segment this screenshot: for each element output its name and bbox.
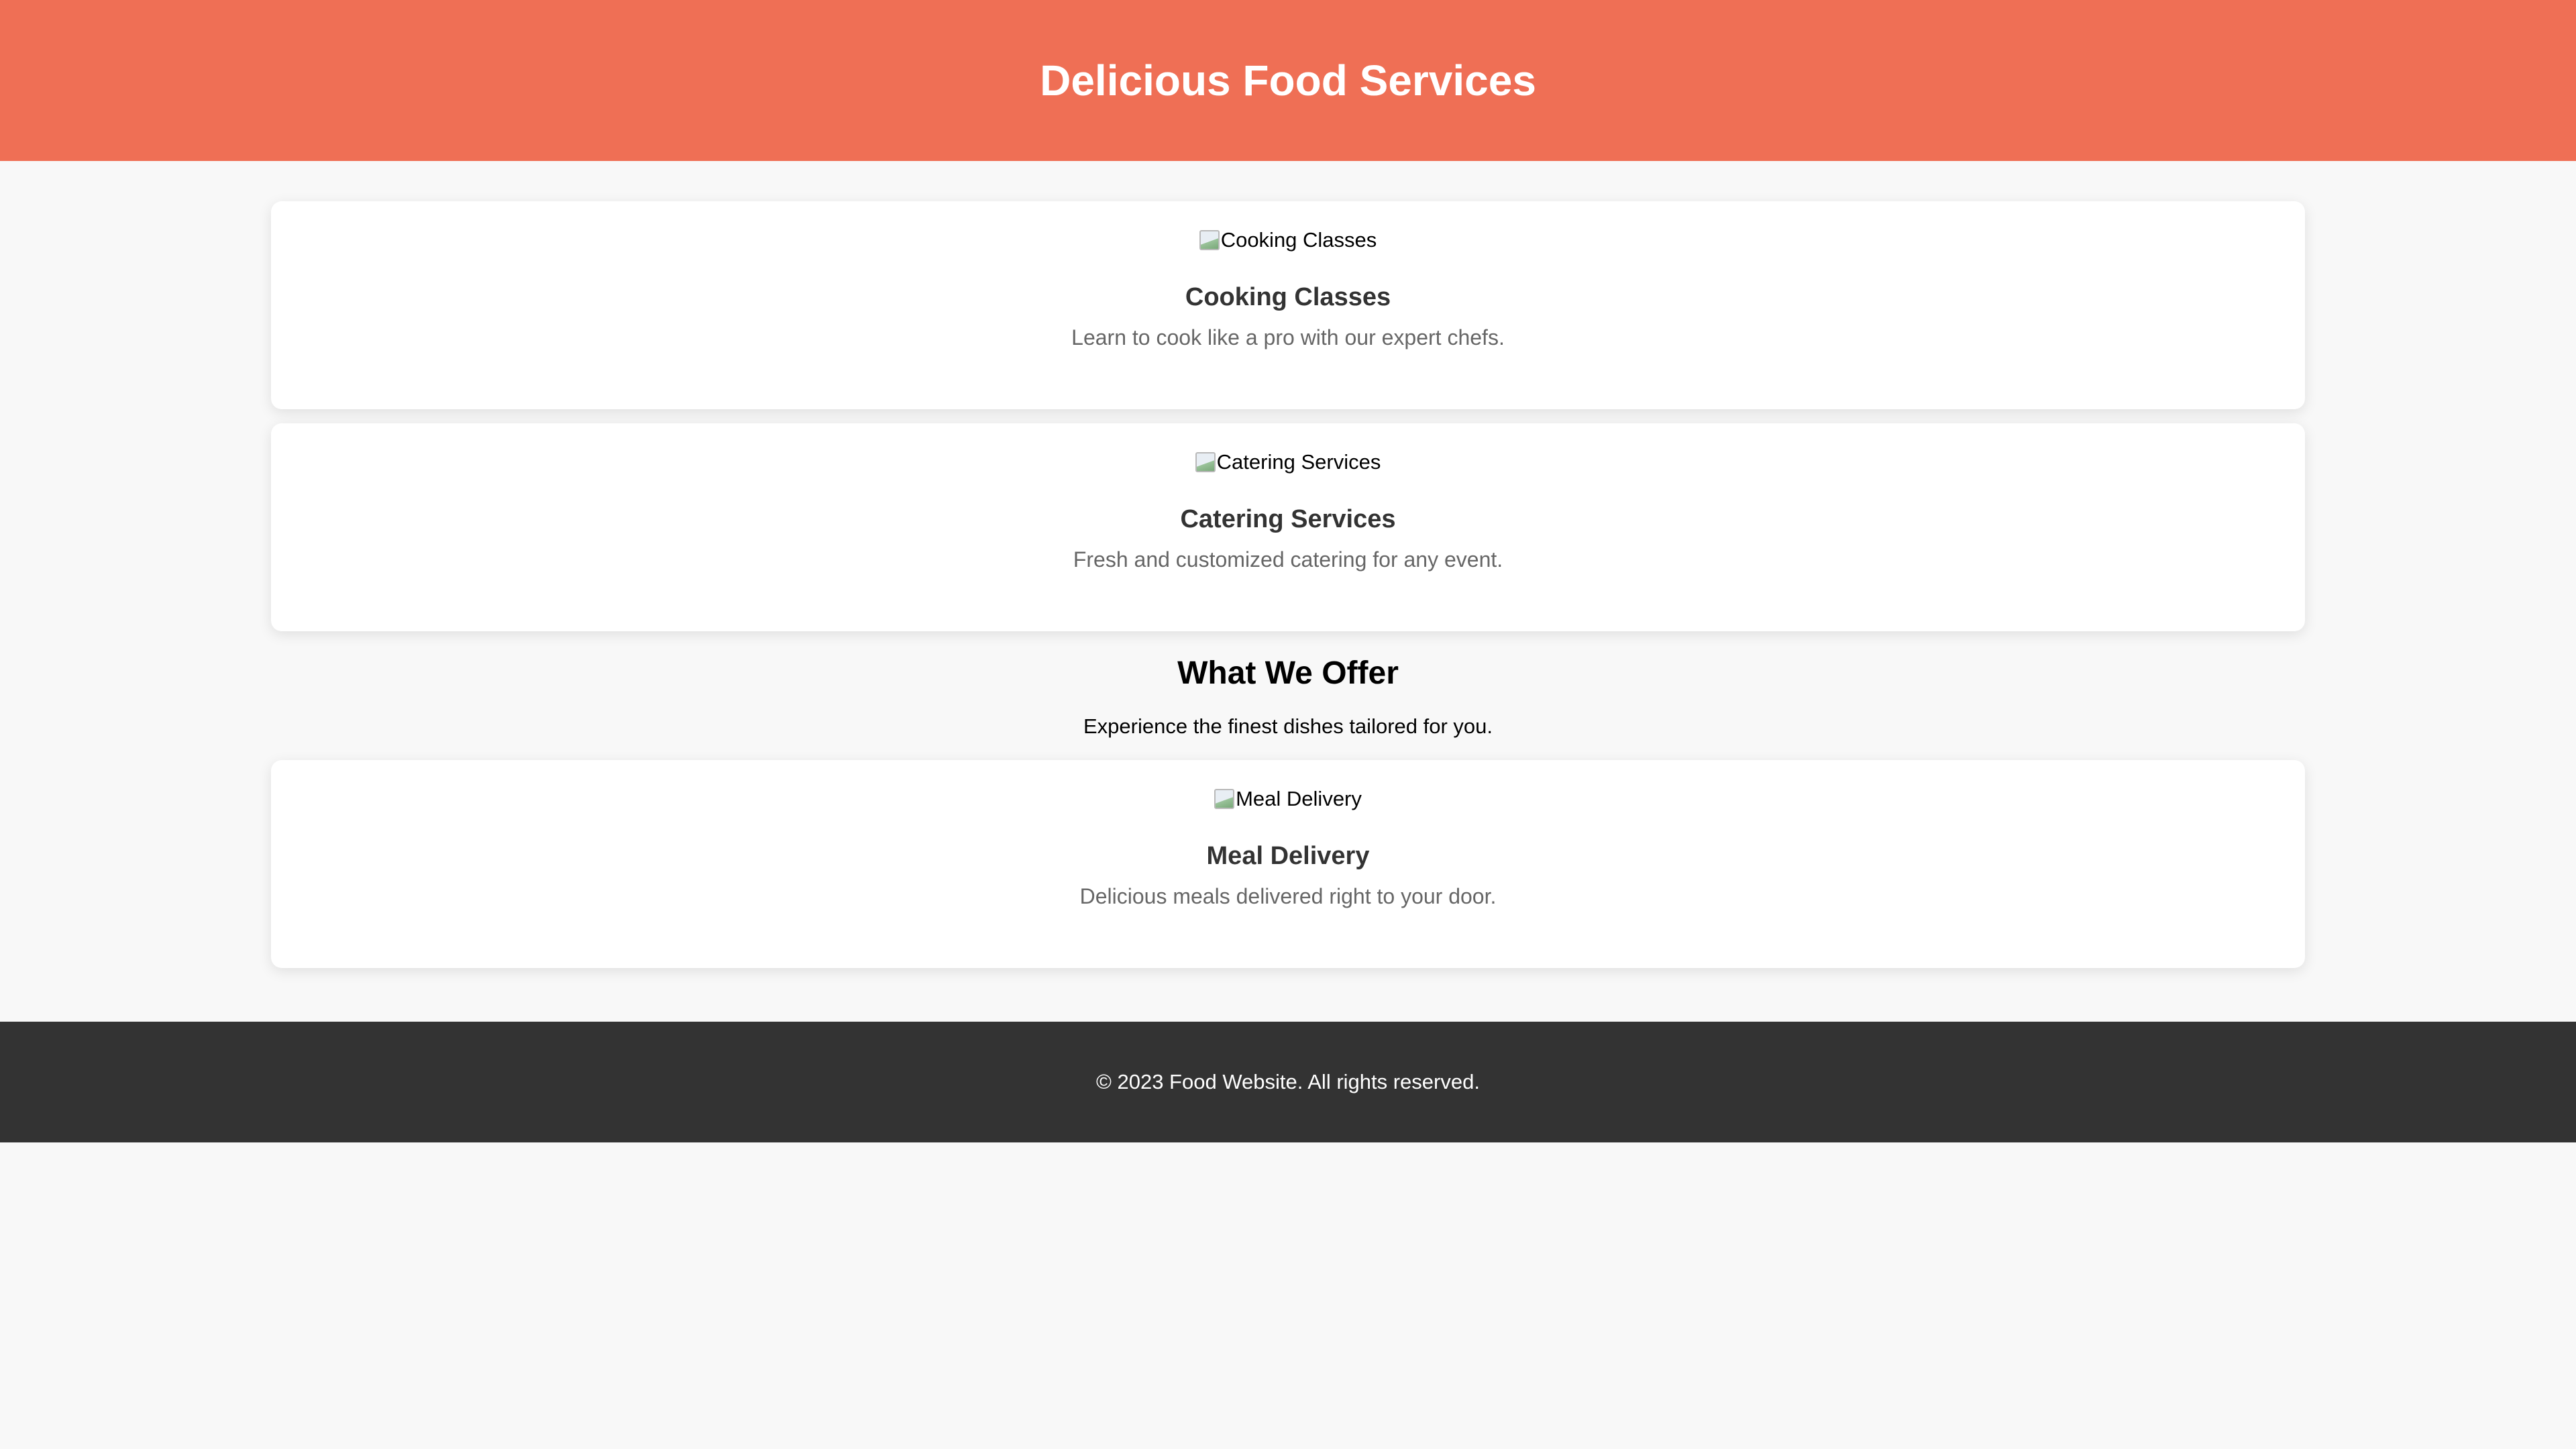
broken-image-icon bbox=[1214, 789, 1235, 809]
main-content: Cooking Classes Cooking Classes Learn to… bbox=[271, 201, 2305, 968]
offer-title: What We Offer bbox=[1177, 655, 1399, 691]
service-image-alt: Meal Delivery bbox=[1236, 787, 1362, 810]
service-title: Cooking Classes bbox=[1185, 283, 1391, 311]
site-title: Delicious Food Services bbox=[1040, 56, 1536, 105]
service-title: Catering Services bbox=[1180, 505, 1396, 533]
service-image: Catering Services bbox=[1195, 446, 1381, 478]
service-title: Meal Delivery bbox=[1206, 842, 1370, 870]
offer-section: What We Offer Experience the finest dish… bbox=[271, 645, 2305, 760]
broken-image-icon bbox=[1195, 452, 1216, 472]
service-image-alt: Cooking Classes bbox=[1220, 228, 1377, 252]
service-image: Cooking Classes bbox=[1199, 224, 1377, 256]
offer-text: Experience the finest dishes tailored fo… bbox=[1083, 714, 1493, 738]
service-card-catering-services: Catering Services Catering Services Fres… bbox=[271, 423, 2305, 631]
service-description: Learn to cook like a pro with our expert… bbox=[1071, 325, 1505, 350]
service-image-alt: Catering Services bbox=[1216, 450, 1381, 474]
service-card-cooking-classes: Cooking Classes Cooking Classes Learn to… bbox=[271, 201, 2305, 409]
service-description: Delicious meals delivered right to your … bbox=[1079, 884, 1497, 908]
site-header: Delicious Food Services bbox=[0, 0, 2576, 161]
service-image: Meal Delivery bbox=[1214, 783, 1362, 815]
service-description: Fresh and customized catering for any ev… bbox=[1073, 547, 1503, 572]
footer-copyright: © 2023 Food Website. All rights reserved… bbox=[1096, 1070, 1480, 1093]
service-card-meal-delivery: Meal Delivery Meal Delivery Delicious me… bbox=[271, 760, 2305, 968]
broken-image-icon bbox=[1199, 230, 1220, 250]
site-footer: © 2023 Food Website. All rights reserved… bbox=[0, 1022, 2576, 1142]
